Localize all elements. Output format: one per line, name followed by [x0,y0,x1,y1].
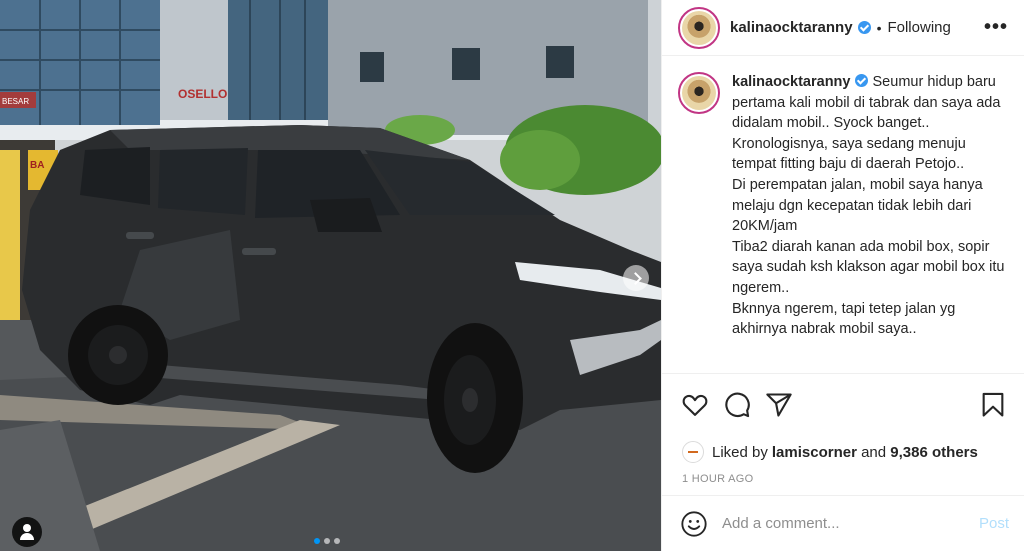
bookmark-icon [982,392,1004,417]
caption: kalinaocktaranny Seumur hidup baru perta… [662,56,1024,374]
likes-count[interactable]: 9,386 others [890,444,978,461]
post-header: kalinaocktaranny • Following ••• [662,0,1024,56]
avatar[interactable] [678,6,720,49]
carousel-dot [314,538,320,544]
post-button[interactable]: Post [979,515,1009,532]
liker-username[interactable]: lamiscorner [772,444,857,461]
share-icon [766,393,792,417]
caption-avatar[interactable] [678,72,720,114]
likes-prefix: Liked by [712,443,768,461]
sign-besar: BESAR [2,97,29,106]
post-sidebar: kalinaocktaranny • Following ••• kalinao… [661,0,1024,551]
separator: • [876,19,882,36]
like-button[interactable] [680,390,710,420]
carousel-dots [314,538,340,544]
sign-ba: BA [30,160,44,171]
verified-badge-icon [855,74,869,87]
carousel-dot [324,538,330,544]
following-button[interactable]: Following [887,19,950,36]
caption-body: Seumur hidup baru pertama kali mobil di … [732,74,1005,338]
post-photo[interactable]: OSELLO BESAR BA [0,0,661,551]
emoji-icon[interactable] [680,510,708,538]
comment-input[interactable] [722,515,979,532]
carousel-dot [334,538,340,544]
likes-row: Liked by lamiscorner and 9,386 others [662,436,1024,468]
caption-username[interactable]: kalinaocktaranny [732,74,850,90]
verified-badge-icon [857,21,871,34]
comment-icon [725,392,750,418]
comment-button[interactable] [722,390,752,420]
post-timestamp[interactable]: 1 HOUR AGO [662,467,1024,491]
car-photo: OSELLO BESAR BA [0,0,661,551]
sign-osello: OSELLO [178,87,227,101]
save-button[interactable] [978,390,1008,420]
heart-icon [682,394,708,416]
likes-middle: and [856,443,891,461]
action-bar [662,374,1024,436]
more-options-button[interactable]: ••• [984,16,1008,39]
caption-text: kalinaocktaranny Seumur hidup baru perta… [732,72,1008,373]
carousel-next-icon[interactable] [623,265,649,291]
comment-box: Post [662,495,1024,551]
header-username[interactable]: kalinaocktaranny [730,19,853,36]
liker-avatar[interactable] [682,441,704,463]
user-tag-icon[interactable] [12,517,42,547]
share-button[interactable] [764,390,794,420]
